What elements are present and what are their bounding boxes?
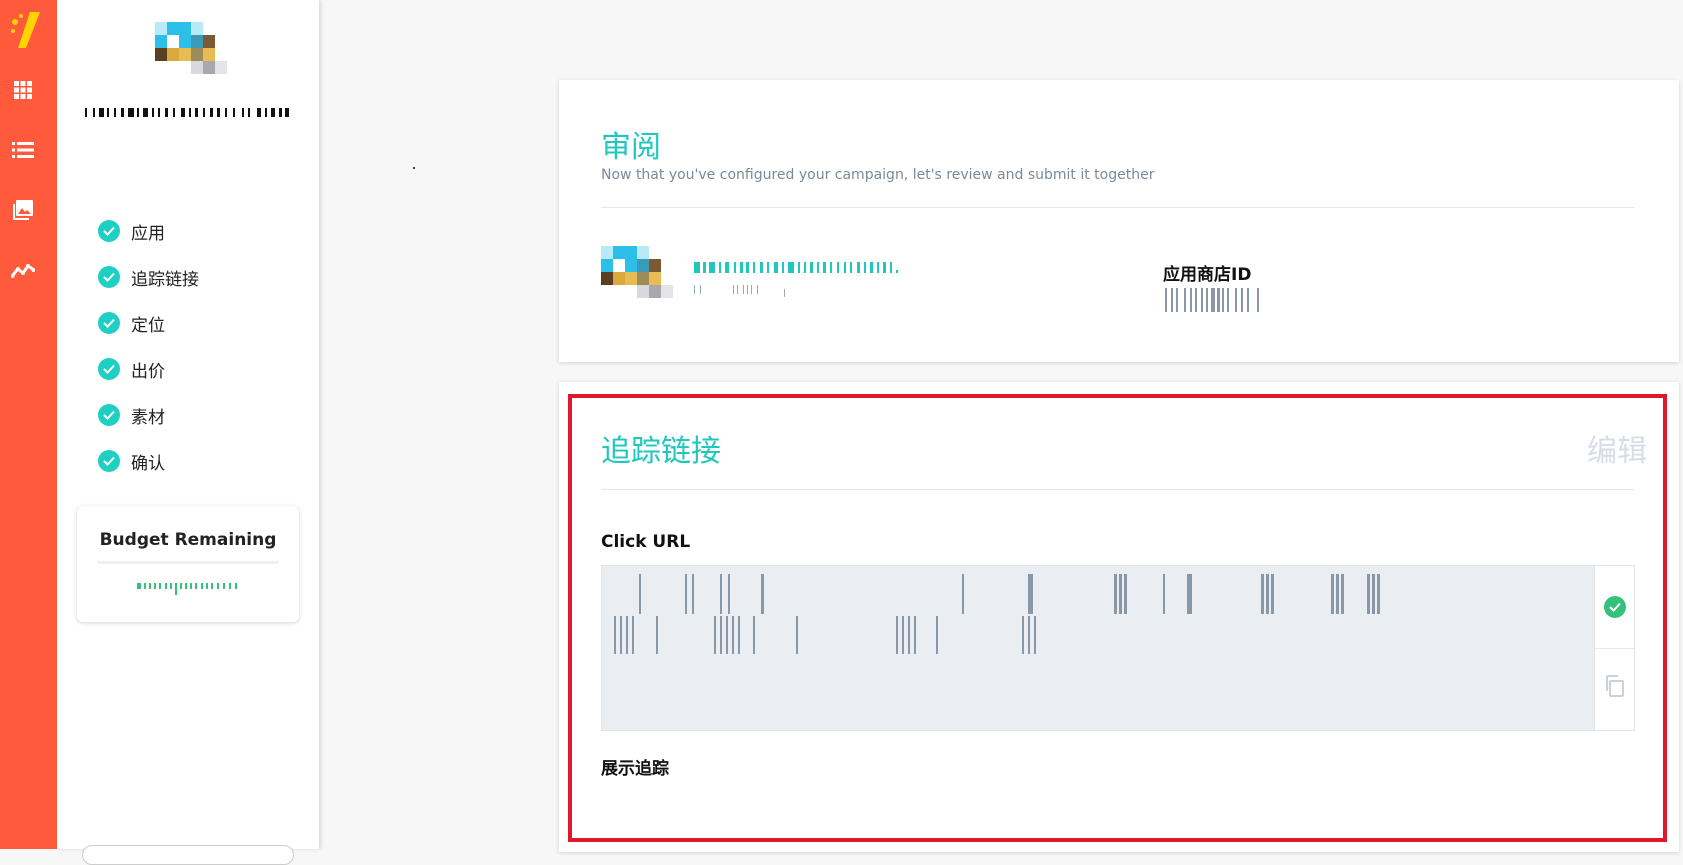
store-id-value [1165,288,1259,312]
app-icon [155,22,227,74]
tracking-title: 追踪链接 [601,434,721,469]
review-title: 审阅 [601,130,661,165]
check-icon [98,266,120,288]
image-icon[interactable] [10,197,36,223]
click-url-tools [1594,566,1634,730]
step-label: 应用 [131,223,165,244]
step-item-targeting[interactable]: 定位 [98,300,199,346]
step-label: 素材 [131,407,165,428]
budget-divider [97,561,279,564]
step-label: 追踪链接 [131,269,199,290]
step-label: 定位 [131,315,165,336]
analytics-icon[interactable] [10,257,36,283]
click-url-label: Click URL [601,532,691,552]
budget-title: Budget Remaining [99,530,277,550]
step-item-bidding[interactable]: 出价 [98,346,199,392]
divider [601,489,1635,490]
stray-dot [413,167,415,169]
app-name [85,108,289,117]
app-icon [601,246,673,298]
app-developer [694,285,785,297]
check-icon [98,220,120,242]
store-id-label: 应用商店ID [1163,265,1252,285]
step-item-creatives[interactable]: 素材 [98,392,199,438]
step-label: 出价 [131,361,165,382]
check-icon [98,404,120,426]
divider [601,207,1635,208]
step-list: 应用 追踪链接 定位 出价 素材 确认 [98,208,199,484]
step-label: 确认 [131,453,165,474]
check-icon [98,358,120,380]
app-name [694,262,898,273]
impression-tracking-label: 展示追踪 [601,759,669,779]
logo-icon[interactable] [8,8,44,48]
edit-button[interactable]: 编辑 [1587,426,1647,470]
click-url-value [614,574,1380,654]
click-url-field[interactable] [601,565,1635,731]
budget-amount [137,583,237,595]
tools-divider [1595,648,1634,649]
step-item-tracking-link[interactable]: 追踪链接 [98,254,199,300]
copy-icon[interactable] [1603,674,1627,698]
sidebar-bottom-button[interactable] [82,845,294,865]
step-item-confirm[interactable]: 确认 [98,438,199,484]
tracking-link-card: 追踪链接 编辑 Click URL 展示追踪 [559,382,1679,852]
check-icon [98,450,120,472]
left-rail [0,0,57,849]
valid-check-icon [1604,596,1626,618]
budget-card: Budget Remaining [77,506,299,622]
step-item-app[interactable]: 应用 [98,208,199,254]
review-subtitle: Now that you've configured your campaign… [601,167,1155,183]
grid-icon[interactable] [10,77,36,103]
list-icon[interactable] [10,137,36,163]
check-icon [98,312,120,334]
review-card: 审阅 Now that you've configured your campa… [559,80,1679,362]
